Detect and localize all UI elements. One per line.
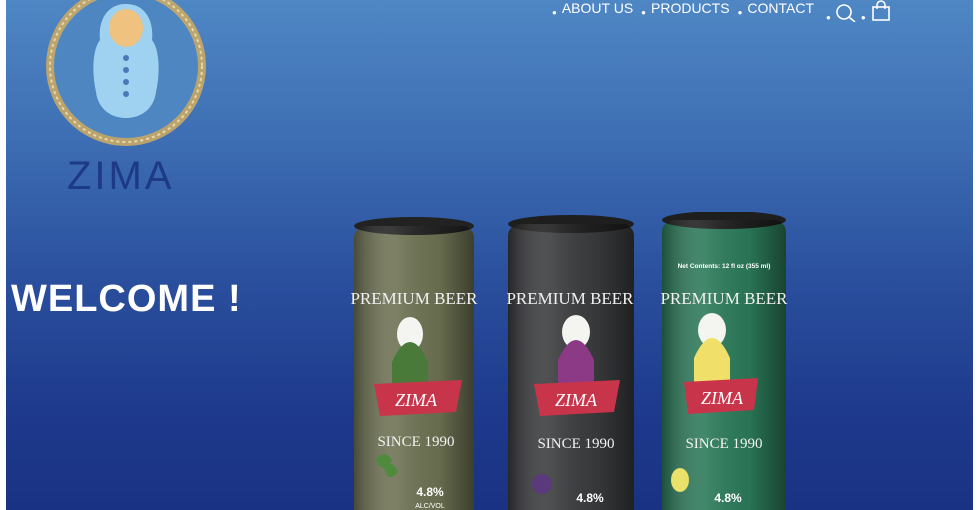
nav-about-us-label: ABOUT US — [561, 0, 634, 16]
bullet-icon: ● — [552, 8, 557, 17]
blackberry-icon — [532, 474, 552, 494]
cart-button[interactable]: ● — [861, 0, 892, 22]
search-button[interactable]: ● — [826, 0, 857, 22]
can-abv: 4.8% — [416, 485, 444, 499]
can-brand: ZIMA — [555, 390, 598, 410]
nav-contact-label: CONTACT — [747, 0, 815, 16]
can-arc-text: PREMIUM BEER — [350, 289, 478, 308]
can-brand: ZIMA — [701, 388, 744, 408]
product-can-teal[interactable]: Net Contents: 12 fl oz (355 ml) PREMIUM … — [660, 212, 788, 510]
can-abv-label: ALC/VOL — [415, 503, 445, 510]
can-net-contents: Net Contents: 12 fl oz (355 ml) — [678, 263, 771, 270]
can-abv: 4.8% — [714, 491, 742, 505]
product-cans: PREMIUM BEER ZIMA SINCE 1990 4.8% ALC/VO… — [350, 212, 788, 510]
bullet-icon: ● — [826, 13, 831, 22]
search-icon — [836, 4, 856, 22]
lemon-icon — [671, 468, 689, 492]
nav-about-us[interactable]: ● ABOUT US — [552, 0, 633, 17]
hero-section: ZIMA ● ABOUT US ● PRODUCTS ● CONTACT ● ● — [6, 0, 973, 510]
can-abv: 4.8% — [576, 491, 604, 505]
bullet-icon: ● — [737, 8, 743, 17]
can-since: SINCE 1990 — [685, 436, 762, 452]
product-can-green[interactable]: PREMIUM BEER ZIMA SINCE 1990 4.8% ALC/VO… — [350, 217, 478, 510]
welcome-heading: WELCOME ! — [11, 278, 242, 320]
brand-wordmark: ZIMA — [67, 154, 175, 198]
bullet-icon: ● — [860, 13, 866, 22]
nav-products-label: PRODUCTS — [651, 0, 730, 16]
nav-contact[interactable]: ● CONTACT — [738, 0, 814, 17]
shopping-bag-icon — [871, 0, 890, 21]
can-since: SINCE 1990 — [377, 434, 454, 450]
nav-products[interactable]: ● PRODUCTS — [641, 0, 729, 17]
can-brand: ZIMA — [395, 390, 438, 410]
can-arc-text: PREMIUM BEER — [506, 289, 634, 308]
product-can-black[interactable]: PREMIUM BEER ZIMA SINCE 1990 4.8% — [506, 215, 634, 510]
main-nav: ● ABOUT US ● PRODUCTS ● CONTACT ● ● — [552, 0, 892, 26]
can-arc-text: PREMIUM BEER — [660, 289, 788, 308]
can-since: SINCE 1990 — [537, 436, 614, 452]
bullet-icon: ● — [641, 8, 646, 17]
